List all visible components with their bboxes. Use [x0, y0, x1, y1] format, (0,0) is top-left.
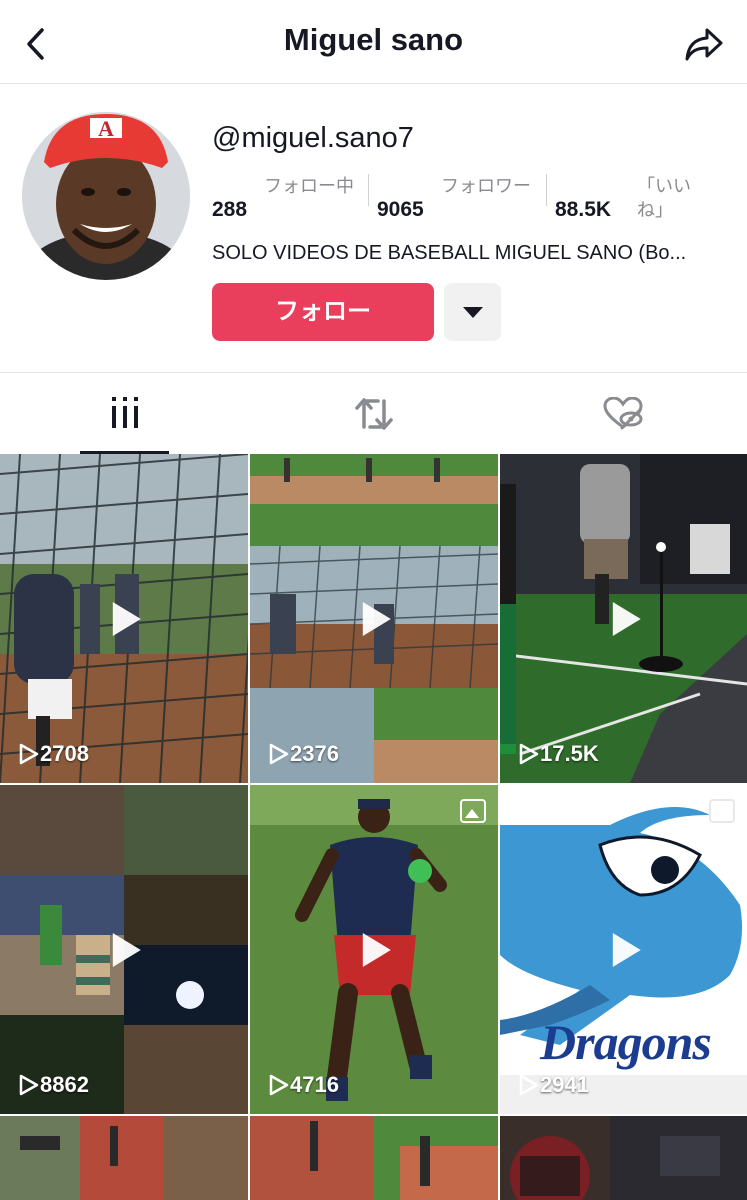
stat-divider: [368, 174, 369, 206]
team-logo: Dragons: [540, 1014, 712, 1070]
stat-label: フォロー中: [264, 176, 354, 196]
view-count-value: 8862: [40, 1072, 89, 1097]
share-icon[interactable]: [683, 24, 725, 64]
video-thumbnail[interactable]: 2376: [250, 454, 498, 783]
play-icon: [612, 932, 641, 967]
follow-button[interactable]: フォロー: [212, 283, 434, 341]
suggested-accounts-button[interactable]: [444, 283, 501, 341]
stat-label: フォロワー: [441, 176, 531, 196]
photo-post-icon: [460, 799, 486, 823]
svg-text:A: A: [98, 116, 114, 141]
view-count-value: 4716: [290, 1072, 339, 1097]
avatar[interactable]: A: [22, 112, 190, 280]
play-icon: [362, 932, 391, 967]
repost-icon: [354, 398, 393, 430]
grid-icon: [111, 397, 138, 428]
photo-post-icon: [709, 799, 735, 823]
thumbnail-image: [250, 1116, 498, 1200]
top-bar: Miguel sano: [0, 0, 747, 84]
view-count: 8862: [18, 1072, 89, 1098]
stat-value: 88.5K: [555, 198, 612, 221]
profile-tabs: [0, 372, 747, 454]
play-outline-icon: [269, 1074, 289, 1096]
play-outline-icon: [19, 743, 39, 765]
play-icon: [112, 932, 141, 967]
play-outline-icon: [19, 1074, 39, 1096]
view-count-value: 2941: [540, 1072, 589, 1097]
tab-liked[interactable]: [498, 373, 747, 455]
stat-likes[interactable]: 88.5K 「いいね」: [555, 172, 725, 232]
play-icon: [112, 601, 141, 636]
view-count: 4716: [268, 1072, 339, 1098]
play-outline-icon: [519, 743, 539, 765]
play-outline-icon: [519, 1074, 539, 1096]
play-icon: [362, 601, 391, 636]
stat-label: 「いいね」: [637, 176, 691, 220]
view-count: 2941: [518, 1072, 589, 1098]
liked-hidden-icon: [602, 397, 643, 430]
video-thumbnail[interactable]: [0, 1116, 248, 1200]
video-thumbnail[interactable]: [500, 1116, 747, 1200]
play-icon: [612, 601, 641, 636]
caret-down-icon: [463, 307, 483, 318]
profile-stats: 288 フォロー中 9065 フォロワー 88.5K 「いいね」: [212, 172, 732, 232]
view-count: 2708: [18, 741, 89, 767]
thumbnail-image: [0, 1116, 248, 1200]
avatar-image: A: [22, 112, 190, 280]
tab-reposts[interactable]: [249, 373, 498, 455]
view-count-value: 17.5K: [540, 741, 599, 766]
stat-following[interactable]: 288 フォロー中: [212, 172, 362, 232]
video-thumbnail[interactable]: 4716: [250, 785, 498, 1114]
stat-value: 9065: [377, 198, 424, 221]
stat-value: 288: [212, 198, 248, 221]
video-thumbnail[interactable]: 2708: [0, 454, 248, 783]
play-outline-icon: [269, 743, 289, 765]
thumbnail-image: [500, 1116, 747, 1200]
view-count-value: 2708: [40, 741, 89, 766]
view-count: 2376: [268, 741, 339, 767]
view-count: 17.5K: [518, 741, 599, 767]
view-count-value: 2376: [290, 741, 339, 766]
video-thumbnail[interactable]: 17.5K: [500, 454, 747, 783]
page-title: Miguel sano: [283, 22, 464, 57]
stat-followers[interactable]: 9065 フォロワー: [377, 172, 542, 232]
video-thumbnail[interactable]: 8862: [0, 785, 248, 1114]
video-thumbnail[interactable]: [250, 1116, 498, 1200]
stat-divider: [546, 174, 547, 206]
video-thumbnail[interactable]: Dragons 2941: [500, 785, 747, 1114]
tab-videos[interactable]: [0, 373, 249, 455]
profile-bio[interactable]: SOLO VIDEOS DE BASEBALL MIGUEL SANO (Bo.…: [212, 242, 727, 265]
username-handle: @miguel.sano7: [212, 122, 414, 154]
